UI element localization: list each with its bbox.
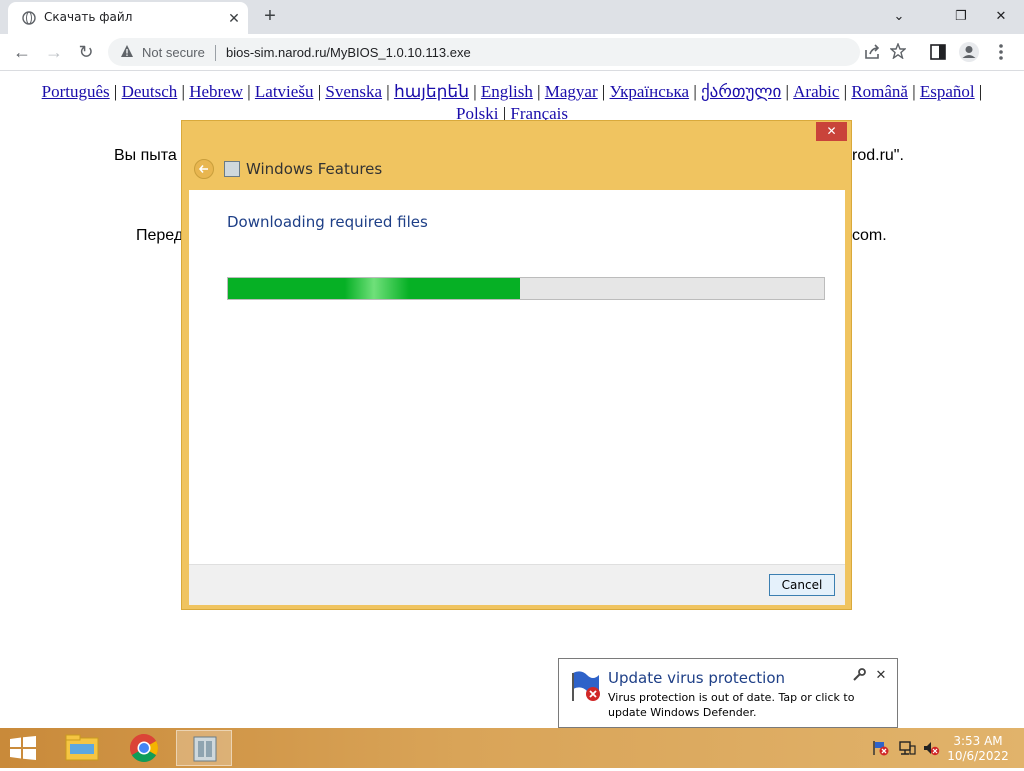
lang-link[interactable]: Hebrew <box>189 82 243 101</box>
chrome-icon <box>130 734 158 762</box>
language-links: Português | Deutsch | Hebrew | Latviešu … <box>41 82 983 123</box>
defender-notification[interactable]: Update virus protection Virus protection… <box>558 658 898 737</box>
lang-link[interactable]: Svenska <box>325 82 382 101</box>
download-progress-bar <box>227 277 825 300</box>
taskbar-windows-features[interactable] <box>176 730 232 766</box>
lang-link[interactable]: Magyar <box>545 82 598 101</box>
clock-time: 3:53 AM <box>953 734 1003 748</box>
page-text-fragment: com. <box>852 227 887 244</box>
dialog-body: Downloading required files <box>189 190 845 564</box>
dialog-close-button[interactable]: ✕ <box>816 122 847 141</box>
defender-flag-icon <box>572 671 600 701</box>
address-separator <box>215 45 216 61</box>
taskbar: 3:53 AM 10/6/2022 <box>0 728 1024 768</box>
address-bar[interactable]: Not secure bios-sim.narod.ru/MyBIOS_1.0.… <box>108 38 860 66</box>
start-button-icon[interactable] <box>8 736 38 760</box>
lang-link[interactable]: Español <box>920 82 975 101</box>
file-explorer-icon <box>65 734 99 761</box>
dialog-title: Windows Features <box>246 160 383 178</box>
system-clock[interactable]: 3:53 AM 10/6/2022 <box>946 734 1010 764</box>
star-icon[interactable] <box>890 43 906 59</box>
lang-link[interactable]: ქართული <box>701 82 781 101</box>
warning-icon[interactable] <box>120 44 134 58</box>
forward-button[interactable]: → <box>42 40 66 64</box>
browser-tab-strip: Скачать файл ✕ + ⌄ ❐ ✕ <box>0 0 1024 34</box>
defender-tray-icon[interactable] <box>872 740 890 756</box>
volume-muted-icon[interactable] <box>922 740 940 756</box>
restore-window-icon[interactable]: ❐ <box>948 4 974 28</box>
share-icon[interactable] <box>864 44 882 60</box>
notification-close-icon[interactable]: ✕ <box>873 667 889 683</box>
lang-link[interactable]: Română <box>851 82 908 101</box>
back-arrow-icon <box>198 164 208 174</box>
notification-settings-icon[interactable] <box>851 667 867 683</box>
close-window-icon[interactable]: ✕ <box>988 4 1014 28</box>
menu-icon[interactable] <box>998 43 1004 61</box>
windows-features-icon <box>193 736 217 762</box>
loading-globe-icon <box>22 11 36 25</box>
taskbar-file-explorer[interactable] <box>54 730 110 766</box>
page-text-fragment: Перед <box>136 227 184 244</box>
back-button[interactable]: ← <box>10 40 34 64</box>
security-status[interactable]: Not secure <box>142 45 205 60</box>
dialog-back-button[interactable] <box>194 159 214 179</box>
url-text[interactable]: bios-sim.narod.ru/MyBIOS_1.0.10.113.exe <box>226 45 471 60</box>
page-text-fragment: rod.ru". <box>852 147 904 164</box>
notification-message: Virus protection is out of date. Tap or … <box>608 691 855 719</box>
windows-features-icon <box>224 161 240 177</box>
reload-button[interactable]: ↻ <box>74 40 98 64</box>
lang-link[interactable]: Português <box>42 82 110 101</box>
taskbar-chrome[interactable] <box>116 730 172 766</box>
tab-title: Скачать файл <box>44 10 133 24</box>
network-tray-icon[interactable] <box>898 740 916 756</box>
tab-close-icon[interactable]: ✕ <box>224 8 244 28</box>
browser-tab[interactable]: Скачать файл ✕ <box>8 2 248 34</box>
lang-link[interactable]: Українська <box>610 82 690 101</box>
lang-link[interactable]: Deutsch <box>122 82 178 101</box>
lang-link[interactable]: Arabic <box>793 82 839 101</box>
new-tab-button[interactable]: + <box>258 5 282 29</box>
notification-title: Update virus protection <box>608 669 786 687</box>
dialog-heading: Downloading required files <box>227 213 428 231</box>
windows-features-dialog: ✕ Windows Features Downloading required … <box>181 120 852 610</box>
lang-link[interactable]: Latviešu <box>255 82 314 101</box>
lang-link[interactable]: English <box>481 82 533 101</box>
dialog-footer: Cancel <box>189 564 845 605</box>
profile-icon[interactable] <box>958 41 980 63</box>
tab-search-icon[interactable]: ⌄ <box>886 4 912 28</box>
side-panel-icon[interactable] <box>930 44 946 60</box>
progress-fill <box>228 278 521 299</box>
lang-link[interactable]: հայերեն <box>394 82 469 101</box>
cancel-button[interactable]: Cancel <box>769 574 835 596</box>
browser-toolbar: ← → ↻ Not secure bios-sim.narod.ru/MyBIO… <box>0 34 1024 71</box>
clock-date: 10/6/2022 <box>947 749 1009 763</box>
page-text-fragment: Вы пыта <box>114 147 177 164</box>
